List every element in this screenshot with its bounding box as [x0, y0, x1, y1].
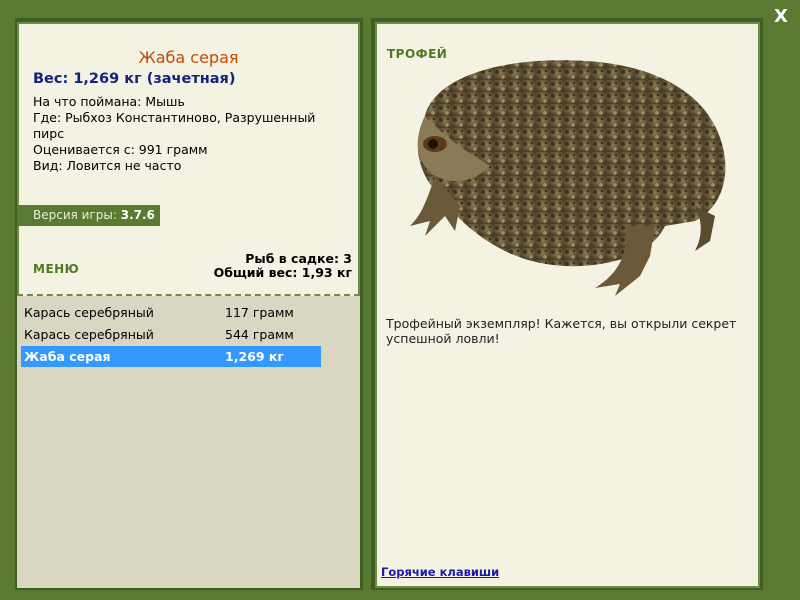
location-line: Где: Рыбхоз Константиново, Разрушенный п…: [33, 110, 316, 141]
trophy-description: Трофейный экземпляр! Кажется, вы открыли…: [386, 316, 737, 346]
fish-info: На что поймана: Мышь Где: Рыбхоз Констан…: [33, 94, 343, 174]
keepnet-stats: Рыб в садке: 3 Общий вес: 1,93 кг: [214, 252, 352, 280]
fish-weight-value: 544 грамм: [225, 327, 294, 342]
list-item-selected[interactable]: Жаба серая 1,269 кг: [21, 346, 321, 367]
fish-name: Карась серебряный: [24, 305, 154, 320]
version-label: Версия игры:: [33, 208, 117, 222]
version-badge: Версия игры: 3.7.6: [17, 205, 160, 226]
list-item[interactable]: Карась серебряный 117 грамм: [21, 302, 321, 323]
fish-weight-value: 117 грамм: [225, 305, 294, 320]
toad-image: [410, 60, 726, 296]
fish-title: Жаба серая: [138, 48, 239, 67]
bait-line: На что поймана: Мышь: [33, 94, 185, 109]
close-icon[interactable]: X: [774, 7, 788, 27]
kind-line: Вид: Ловится не часто: [33, 158, 182, 173]
total-weight: Общий вес: 1,93 кг: [213, 265, 352, 280]
list-divider: [17, 294, 360, 296]
fish-weight-value: 1,269 кг: [225, 349, 284, 364]
fish-name: Жаба серая: [24, 349, 111, 364]
hotkeys-link[interactable]: Горячие клавиши: [381, 565, 499, 579]
menu-button[interactable]: МЕНЮ: [33, 262, 79, 276]
version-value: 3.7.6: [120, 208, 155, 222]
rated-line: Оценивается с: 991 грамм: [33, 142, 208, 157]
fish-name: Карась серебряный: [24, 327, 154, 342]
list-item[interactable]: Карась серебряный 544 грамм: [21, 324, 321, 345]
fish-weight: Вес: 1,269 кг (зачетная): [33, 71, 236, 87]
fish-count: Рыб в садке: 3: [245, 251, 352, 266]
